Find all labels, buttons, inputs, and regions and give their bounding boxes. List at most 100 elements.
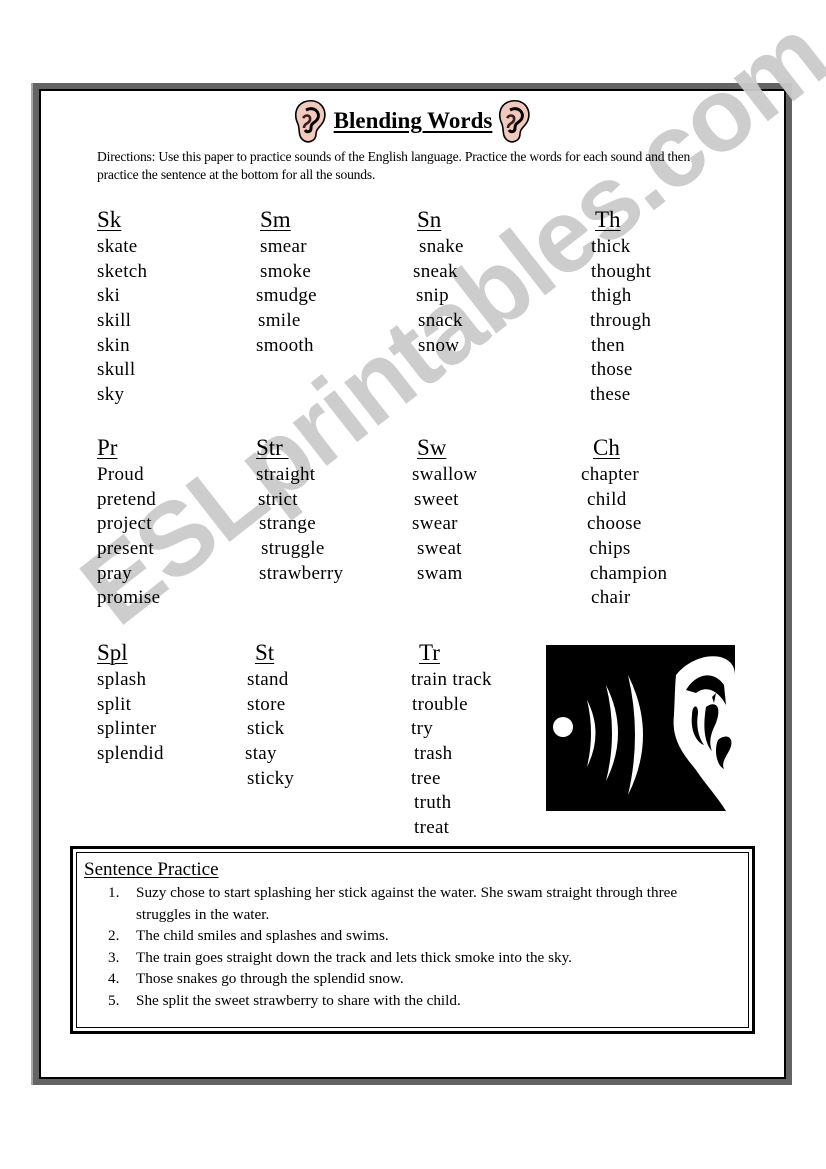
word-item: child [587,488,627,510]
word-item: thought [591,260,652,282]
sentence-text: The train goes straight down the track a… [136,948,572,966]
word-item: strange [259,513,316,535]
word-group: Str straight strict strange struggle strawbe… [256,433,343,586]
word-item: swear [412,513,458,535]
sound-heading: Ch [593,435,620,460]
sentence-item: 2. The child smiles and splashes and swi… [73,925,752,947]
word-item: split [97,693,132,715]
word-group: Sk skate sketch ski skill skin skull sky [97,205,147,408]
word-item: train track [411,669,492,690]
word-item: smooth [256,334,314,356]
sentence-item: 5. She split the sweet strawberry to sha… [73,990,752,1012]
word-item: snow [418,334,460,356]
sentence-practice-title: Sentence Practice [84,859,219,880]
word-item: splendid [97,743,164,765]
sound-heading: Tr [419,640,440,665]
word-item: champion [590,562,668,584]
word-group: Ch chapter child choose chips champion chair [581,433,668,611]
title-row: Blending Words [0,98,826,144]
word-group: Sw swallow sweet swear sweat swam [412,433,477,586]
word-item: stick [247,718,285,740]
word-item: these [590,384,631,406]
word-item: tree [411,767,441,789]
directions-text: Directions: Use this paper to practice s… [97,149,691,182]
sentence-item: 1. Suzy chose to start splashing her sti… [73,882,752,925]
word-item: pretend [97,488,157,510]
word-item: ski [97,285,121,307]
ear-sound-waves-icon [546,645,735,811]
sentence-item: 3. The train goes straight down the trac… [73,947,752,969]
word-item: project [97,513,152,535]
word-item: thigh [591,285,632,307]
word-item: store [247,693,286,715]
word-item: struggle [261,538,325,560]
word-group: Sn snake sneak snip snack snow [413,205,464,358]
sound-heading: Sw [417,435,447,460]
sound-heading: Th [595,207,621,232]
word-group: Pr Proud pretend project present pray promise [97,433,160,611]
word-group: Tr train track trouble try trash tree truth tre… [411,638,492,841]
word-item: sticky [247,767,295,789]
sound-heading: Sk [97,207,122,232]
word-group: St stand store stick stay sticky [245,638,294,791]
word-item: skull [97,359,136,381]
word-item: thick [591,236,631,257]
word-item: sketch [97,260,148,282]
word-item: then [591,334,625,356]
word-item: chair [591,587,631,609]
page-title: Blending Words [333,108,493,133]
sentence-number: 1. [108,884,120,901]
word-item: Proud [97,464,144,485]
sentence-item: 4. Those snakes go through the splendid … [73,968,752,990]
sound-heading: Str [256,435,289,460]
word-item: skate [97,236,138,257]
sentence-number: 2. [108,927,120,944]
ear-icon [294,100,326,143]
sentence-text: She split the sweet strawberry to share … [136,991,461,1009]
word-item: chapter [581,464,640,485]
word-item: pray [97,562,132,584]
word-group: Sm smear smoke smudge smile smooth [256,205,317,358]
word-item: truth [414,792,452,814]
word-item: those [591,359,633,381]
word-item: treat [414,817,450,839]
word-item: trouble [412,693,468,715]
word-item: snip [416,285,449,307]
word-item: splash [97,669,147,690]
word-item: smoke [260,260,312,282]
word-item: trash [414,743,453,765]
word-item: snack [418,310,463,332]
word-item: snake [419,236,464,257]
sound-heading: St [255,640,275,665]
word-item: swam [417,562,463,584]
sound-heading: Spl [97,640,128,665]
sentence-text: The child smiles and splashes and swims. [136,927,389,944]
sentence-number: 3. [108,948,120,966]
word-group: Spl splash split splinter splendid [97,638,164,767]
word-item: strict [258,488,298,510]
word-item: sneak [413,260,458,282]
word-item: sky [97,384,125,406]
word-item: smile [258,310,301,332]
word-item: straight [256,464,316,485]
sentence-text: Suzy chose to start splashing her stick … [136,884,678,923]
sound-heading: Sm [260,207,291,232]
sound-heading: Pr [97,435,118,460]
ear-icon [499,100,531,143]
word-item: stay [245,743,277,765]
word-item: smudge [256,285,317,307]
word-item: sweat [417,538,462,560]
word-item: try [411,718,434,740]
word-item: skin [97,334,130,356]
sound-heading: Sn [417,207,442,232]
word-item: present [97,538,154,560]
word-item: sweet [414,488,459,510]
word-item: promise [97,587,161,609]
sentence-list: 1. Suzy chose to start splashing her sti… [73,882,752,1011]
word-item: strawberry [259,562,344,584]
word-group: Th thick thought thigh through then those these [590,205,651,408]
sentence-number: 4. [108,970,120,987]
word-item: splinter [97,718,157,740]
sentence-practice-box: Sentence Practice 1. Suzy chose to start… [70,846,755,1034]
word-item: swallow [412,464,478,485]
